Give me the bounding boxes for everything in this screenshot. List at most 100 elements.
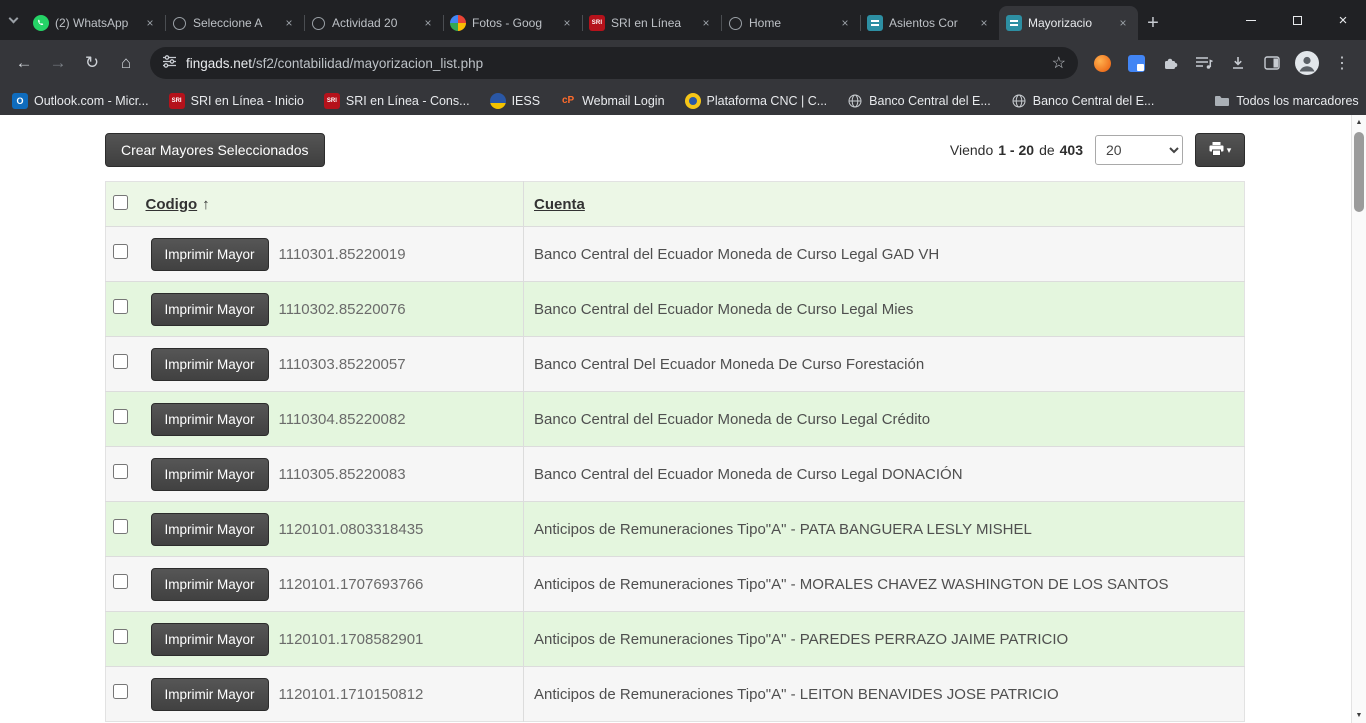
minimize-button[interactable] xyxy=(1228,0,1274,40)
translate-extension-icon[interactable] xyxy=(1120,47,1152,79)
extension-icon-orange[interactable] xyxy=(1086,47,1118,79)
tab-close-icon[interactable]: × xyxy=(559,15,575,31)
tab-close-icon[interactable]: × xyxy=(1115,15,1131,31)
scrollbar-thumb[interactable] xyxy=(1354,132,1364,212)
codigo-header-cell: Codigo↑ xyxy=(136,182,524,227)
caret-down-icon: ▾ xyxy=(1227,145,1232,156)
reload-button[interactable]: ↻ xyxy=(76,47,108,79)
imprimir-mayor-button[interactable]: Imprimir Mayor xyxy=(151,568,269,601)
codigo-value: 1120101.1707693766 xyxy=(279,576,424,593)
fingads-icon xyxy=(1006,15,1022,31)
profile-avatar[interactable] xyxy=(1290,47,1324,79)
forward-button[interactable]: → xyxy=(42,47,74,79)
browser-tab-asientos[interactable]: Asientos Cor × xyxy=(860,6,999,40)
select-all-checkbox[interactable] xyxy=(113,195,128,210)
extensions-puzzle-button[interactable] xyxy=(1154,47,1186,79)
sort-ascending-icon: ↑ xyxy=(202,196,210,213)
bookmark-sri-inicio[interactable]: SRI SRI en Línea - Inicio xyxy=(169,93,304,109)
sort-cuenta-link[interactable]: Cuenta xyxy=(534,196,585,213)
codigo-value: 1110302.85220076 xyxy=(279,301,406,318)
row-checkbox[interactable] xyxy=(113,574,128,589)
imprimir-mayor-button[interactable]: Imprimir Mayor xyxy=(151,623,269,656)
cuenta-value: Anticipos de Remuneraciones Tipo"A" - LE… xyxy=(524,667,1245,722)
imprimir-mayor-button[interactable]: Imprimir Mayor xyxy=(151,678,269,711)
sort-codigo-link[interactable]: Codigo xyxy=(146,196,198,213)
bookmark-banco-central-1[interactable]: Banco Central del E... xyxy=(847,93,991,109)
row-checkbox[interactable] xyxy=(113,299,128,314)
chevron-down-icon xyxy=(8,13,18,23)
site-info-icon[interactable] xyxy=(162,54,177,72)
tab-close-icon[interactable]: × xyxy=(698,15,714,31)
browser-tab-seleccione[interactable]: Seleccione A × xyxy=(165,6,304,40)
row-checkbox[interactable] xyxy=(113,519,128,534)
download-icon xyxy=(1230,55,1246,71)
row-checkbox[interactable] xyxy=(113,244,128,259)
print-menu-button[interactable]: ▾ xyxy=(1195,133,1245,167)
imprimir-mayor-button[interactable]: Imprimir Mayor xyxy=(151,458,269,491)
sri-icon: SRI xyxy=(324,93,340,109)
maximize-button[interactable] xyxy=(1274,0,1320,40)
address-bar[interactable]: fingads.net/sf2/contabilidad/mayorizacio… xyxy=(150,47,1078,79)
side-panel-button[interactable] xyxy=(1256,47,1288,79)
page-size-select[interactable]: 20 xyxy=(1095,135,1183,165)
table-row: Imprimir Mayor 1120101.0803318435 Antici… xyxy=(106,502,1245,557)
row-checkbox[interactable] xyxy=(113,629,128,644)
browser-tab-home[interactable]: Home × xyxy=(721,6,860,40)
bookmark-banco-central-2[interactable]: Banco Central del E... xyxy=(1011,93,1155,109)
browser-tab-whatsapp[interactable]: (2) WhatsApp × xyxy=(26,6,165,40)
media-queue-icon xyxy=(1195,56,1213,70)
bookmark-cnc[interactable]: Plataforma CNC | C... xyxy=(685,93,828,109)
page-icon xyxy=(173,17,186,30)
row-checkbox[interactable] xyxy=(113,464,128,479)
back-button[interactable]: ← xyxy=(8,47,40,79)
scroll-up-arrow[interactable]: ▲ xyxy=(1352,115,1366,130)
page-scrollbar[interactable]: ▲ ▼ xyxy=(1351,115,1366,723)
browser-tab-sri[interactable]: SRI SRI en Línea × xyxy=(582,6,721,40)
tab-search-button[interactable] xyxy=(0,0,26,40)
url-path: /sf2/contabilidad/mayorizacion_list.php xyxy=(252,56,483,71)
bookmark-iess[interactable]: IESS xyxy=(490,93,541,109)
bookmark-label: Plataforma CNC | C... xyxy=(707,94,828,108)
tab-close-icon[interactable]: × xyxy=(142,15,158,31)
mayorizacion-table: Codigo↑ Cuenta Imprimir Mayor 1110301.85… xyxy=(105,181,1245,722)
tab-close-icon[interactable]: × xyxy=(420,15,436,31)
bookmark-sri-consultas[interactable]: SRI SRI en Línea - Cons... xyxy=(324,93,470,109)
row-checkbox[interactable] xyxy=(113,354,128,369)
browser-tab-mayorizacion-active[interactable]: Mayorizacio × xyxy=(999,6,1138,40)
close-button[interactable]: × xyxy=(1320,0,1366,40)
new-tab-button[interactable]: + xyxy=(1138,6,1168,40)
imprimir-mayor-button[interactable]: Imprimir Mayor xyxy=(151,513,269,546)
browser-tab-actividad[interactable]: Actividad 20 × xyxy=(304,6,443,40)
home-button[interactable]: ⌂ xyxy=(110,47,142,79)
bookmark-outlook[interactable]: O Outlook.com - Micr... xyxy=(12,93,149,109)
all-bookmarks-button[interactable]: Todos los marcadores xyxy=(1214,93,1358,109)
imprimir-mayor-button[interactable]: Imprimir Mayor xyxy=(151,238,269,271)
maximize-icon xyxy=(1293,16,1302,25)
tab-close-icon[interactable]: × xyxy=(281,15,297,31)
tab-close-icon[interactable]: × xyxy=(976,15,992,31)
paging-of: de xyxy=(1039,142,1055,158)
globe-icon xyxy=(847,93,863,109)
codigo-value: 1120101.1708582901 xyxy=(279,631,424,648)
imprimir-mayor-button[interactable]: Imprimir Mayor xyxy=(151,293,269,326)
bookmark-webmail[interactable]: cP Webmail Login xyxy=(560,93,664,109)
row-checkbox[interactable] xyxy=(113,409,128,424)
bookmark-star-icon[interactable]: ☆ xyxy=(1052,53,1066,73)
bookmarks-bar: O Outlook.com - Micr... SRI SRI en Línea… xyxy=(0,86,1366,115)
imprimir-mayor-button[interactable]: Imprimir Mayor xyxy=(151,403,269,436)
cpanel-icon: cP xyxy=(560,93,576,109)
media-controls-button[interactable] xyxy=(1188,47,1220,79)
scroll-down-arrow[interactable]: ▼ xyxy=(1352,708,1366,723)
tab-title: Home xyxy=(749,16,831,30)
page-content: Crear Mayores Seleccionados Viendo 1 - 2… xyxy=(0,115,1366,723)
crear-mayores-button[interactable]: Crear Mayores Seleccionados xyxy=(105,133,325,167)
browser-menu-button[interactable]: ⋮ xyxy=(1326,47,1358,79)
codigo-value: 1110303.85220057 xyxy=(279,356,406,373)
browser-tab-fotos[interactable]: Fotos - Goog × xyxy=(443,6,582,40)
paging-status: Viendo 1 - 20 de 403 xyxy=(950,142,1083,158)
downloads-button[interactable] xyxy=(1222,47,1254,79)
tab-close-icon[interactable]: × xyxy=(837,15,853,31)
cuenta-value: Banco Central Del Ecuador Moneda De Curs… xyxy=(524,337,1245,392)
row-checkbox[interactable] xyxy=(113,684,128,699)
imprimir-mayor-button[interactable]: Imprimir Mayor xyxy=(151,348,269,381)
